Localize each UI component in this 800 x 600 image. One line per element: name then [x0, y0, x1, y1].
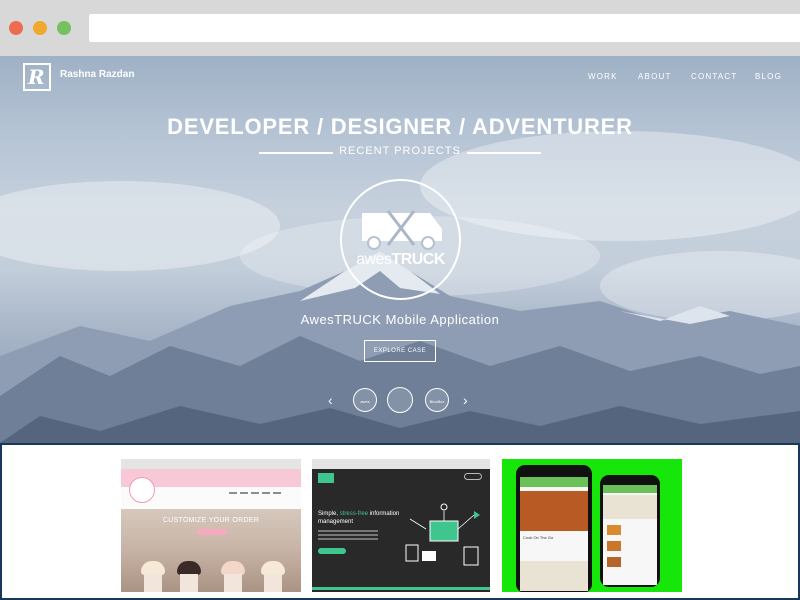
carousel-thumb-2[interactable] [387, 387, 413, 413]
recent-projects-heading: RECENT PROJECTS [259, 145, 541, 161]
project-card-awestruck[interactable]: Cook On The Go [502, 459, 682, 592]
thumb-label: awes [360, 399, 370, 404]
order-button [197, 529, 227, 535]
mini-browser-bar [121, 459, 301, 475]
maximize-window-dot[interactable] [57, 21, 71, 35]
project-card-cupcake[interactable]: CUSTOMIZE YOUR ORDER [121, 459, 301, 592]
tagline-highlight: stress-free [339, 511, 369, 517]
minimize-window-dot[interactable] [33, 21, 47, 35]
project-card-blocbox[interactable]: Simple, stress-free information manageme… [312, 459, 490, 592]
explore-case-button[interactable]: EXPLORE CASE [364, 340, 436, 362]
logo-letter: R [28, 65, 45, 89]
featured-project-logo: awesTRUCK [340, 179, 461, 300]
wordmark-prefix: awes [356, 251, 392, 268]
browser-toolbar [0, 0, 800, 56]
tagline-prefix: Simple, [318, 511, 340, 517]
phone-screen [603, 485, 657, 585]
carousel-prev-icon[interactable]: ‹ [328, 392, 333, 408]
nav-about[interactable]: ABOUT [638, 72, 672, 81]
project-gallery: CUSTOMIZE YOUR ORDER Simple, stress-free… [0, 443, 800, 600]
description-lines [318, 530, 378, 542]
food-thumb [607, 541, 621, 551]
shop-logo-badge [129, 477, 155, 503]
app-header [520, 477, 588, 487]
map-view [520, 561, 588, 591]
devices-illustration [405, 503, 480, 566]
food-thumb [607, 525, 621, 535]
footer-accent [312, 587, 490, 590]
hero-headline: DEVELOPER / DESIGNER / ADVENTURER [167, 114, 633, 139]
mini-login-pill [464, 473, 482, 480]
wordmark-suffix: TRUCK [391, 251, 445, 268]
app-item-title: Cook On The Go [523, 535, 554, 540]
thumb-label: BlocBox [429, 399, 445, 404]
divider [467, 152, 541, 154]
food-thumb [607, 557, 621, 567]
cupcake-image [177, 561, 201, 592]
app-header [603, 485, 657, 493]
nav-blog[interactable]: BLOG [755, 72, 782, 81]
nav-work[interactable]: WORK [588, 72, 618, 81]
project-title: AwesTRUCK Mobile Application [300, 312, 500, 327]
blocbox-logo [318, 473, 334, 483]
nav-contact[interactable]: CONTACT [691, 72, 737, 81]
blocbox-tagline: Simple, stress-free information manageme… [318, 510, 408, 526]
map-view [603, 495, 657, 519]
subheading-text: RECENT PROJECTS [339, 145, 461, 157]
carousel-thumb-1[interactable]: awes [353, 388, 377, 412]
carousel-next-icon[interactable]: › [463, 392, 468, 408]
food-photo [520, 491, 588, 531]
address-bar[interactable] [89, 14, 800, 42]
awestruck-wordmark: awesTRUCK [342, 251, 459, 269]
customize-text: CUSTOMIZE YOUR ORDER [162, 517, 260, 524]
food-truck-icon [362, 210, 442, 250]
phone-screen: Cook On The Go [520, 477, 588, 591]
mini-nav [229, 481, 299, 494]
phone-mockup [600, 475, 660, 587]
carousel-thumb-3[interactable]: BlocBox [425, 388, 449, 412]
close-window-dot[interactable] [9, 21, 23, 35]
hero-section: R Rashna Razdan WORK ABOUT CONTACT BLOG … [0, 56, 800, 443]
cupcake-image [221, 561, 245, 592]
mini-browser-bar [312, 459, 490, 475]
signup-button [318, 548, 346, 554]
site-logo[interactable]: R [23, 63, 51, 91]
cupcake-image [261, 561, 285, 592]
brand-name[interactable]: Rashna Razdan [60, 69, 134, 80]
cupcake-image [141, 561, 165, 592]
phone-mockup: Cook On The Go [516, 465, 592, 592]
